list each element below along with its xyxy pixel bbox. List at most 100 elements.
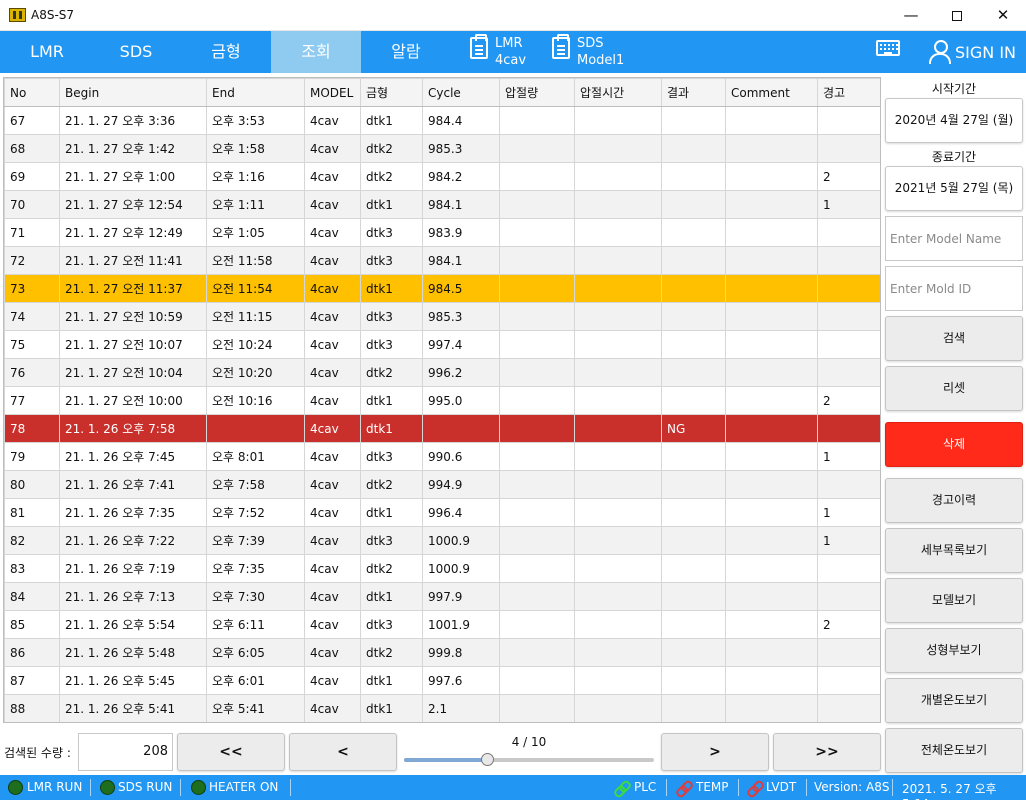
detail-list-button[interactable]: 세부목록보기 <box>885 528 1023 573</box>
table-row[interactable]: 76 21. 1. 27 오전 10:04 오전 10:20 4cav dtk2 996.… <box>4 358 880 387</box>
page-slider[interactable] <box>404 753 654 766</box>
column-header-mold[interactable]: 금형 <box>360 78 423 107</box>
column-header-press-time[interactable]: 압절시간 <box>574 78 662 107</box>
cell-result <box>661 666 726 695</box>
column-header-warning[interactable]: 경고 <box>817 78 880 107</box>
model-name-input[interactable] <box>885 216 1023 261</box>
cell-begin: 21. 1. 27 오후 12:49 <box>59 218 207 247</box>
cell-no: 88 <box>4 694 60 722</box>
tab-mold[interactable]: 금형 <box>181 31 271 73</box>
table-row[interactable]: 79 21. 1. 26 오후 7:45 오후 8:01 4cav dtk3 990.6 1 <box>4 442 880 471</box>
cell-comment <box>725 582 818 611</box>
next-page-button[interactable]: > <box>661 733 769 771</box>
cell-mold: dtk2 <box>360 638 423 667</box>
column-header-no[interactable]: No <box>4 78 60 107</box>
cell-press-time <box>574 134 662 163</box>
table-row[interactable]: 81 21. 1. 26 오후 7:35 오후 7:52 4cav dtk1 996.4 1 <box>4 498 880 527</box>
search-button[interactable]: 검색 <box>885 316 1023 361</box>
reset-button[interactable]: 리셋 <box>885 366 1023 411</box>
table-row[interactable]: 86 21. 1. 26 오후 5:48 오후 6:05 4cav dtk2 999.8 <box>4 638 880 667</box>
table-row[interactable]: 70 21. 1. 27 오후 12:54 오후 1:11 4cav dtk1 984.1… <box>4 190 880 219</box>
cell-end: 오전 11:15 <box>206 302 305 331</box>
column-header-cycle[interactable]: Cycle <box>422 78 500 107</box>
table-row[interactable]: 71 21. 1. 27 오후 12:49 오후 1:05 4cav dtk3 983.9 <box>4 218 880 247</box>
cell-model: 4cav <box>304 218 361 247</box>
cell-cycle: 1001.9 <box>422 610 500 639</box>
column-header-end[interactable]: End <box>206 78 305 107</box>
table-row[interactable]: 73 21. 1. 27 오전 11:37 오전 11:54 4cav dtk1 984.… <box>4 274 880 303</box>
column-header-model[interactable]: MODEL <box>304 78 361 107</box>
column-header-press-amount[interactable]: 압절량 <box>499 78 575 107</box>
tab-alarm[interactable]: 알람 <box>361 31 451 73</box>
cell-model: 4cav <box>304 554 361 583</box>
cell-mold: dtk2 <box>360 134 423 163</box>
cell-comment <box>725 442 818 471</box>
table-row[interactable]: 68 21. 1. 27 오후 1:42 오후 1:58 4cav dtk2 985.3 <box>4 134 880 163</box>
cell-no: 84 <box>4 582 60 611</box>
cell-model: 4cav <box>304 694 361 722</box>
table-row[interactable]: 82 21. 1. 26 오후 7:22 오후 7:39 4cav dtk3 1000.9… <box>4 526 880 555</box>
start-date-picker[interactable]: 2020년 4월 27일 (월) <box>885 98 1023 143</box>
cell-model: 4cav <box>304 638 361 667</box>
cell-no: 75 <box>4 330 60 359</box>
page-slider-thumb[interactable] <box>481 753 495 766</box>
table-row[interactable]: 75 21. 1. 27 오전 10:07 오전 10:24 4cav dtk3 997.… <box>4 330 880 359</box>
device-lmr-status[interactable]: LMR 4cav <box>495 35 526 69</box>
column-header-comment[interactable]: Comment <box>725 78 818 107</box>
table-row[interactable]: 85 21. 1. 26 오후 5:54 오후 6:11 4cav dtk3 1001.9… <box>4 610 880 639</box>
column-header-result[interactable]: 결과 <box>661 78 726 107</box>
cell-model: 4cav <box>304 246 361 275</box>
cell-begin: 21. 1. 26 오후 7:58 <box>59 414 207 443</box>
cell-press-amount <box>499 358 575 387</box>
cell-result <box>661 526 726 555</box>
cell-warning <box>817 218 880 247</box>
last-page-button[interactable]: >> <box>773 733 881 771</box>
prev-page-button[interactable]: < <box>289 733 397 771</box>
cell-mold: dtk3 <box>360 330 423 359</box>
delete-button[interactable]: 삭제 <box>885 422 1023 467</box>
table-row[interactable]: 77 21. 1. 27 오전 10:00 오전 10:16 4cav dtk1 995.… <box>4 386 880 415</box>
individual-temp-button[interactable]: 개별온도보기 <box>885 678 1023 723</box>
cell-warning <box>817 666 880 695</box>
warning-history-button[interactable]: 경고이력 <box>885 478 1023 523</box>
first-page-button[interactable]: << <box>177 733 285 771</box>
cell-comment <box>725 414 818 443</box>
table-row[interactable]: 67 21. 1. 27 오후 3:36 오후 3:53 4cav dtk1 984.4 <box>4 106 880 135</box>
minimize-button[interactable]: — <box>888 0 934 31</box>
end-date-picker[interactable]: 2021년 5월 27일 (목) <box>885 166 1023 211</box>
cell-no: 77 <box>4 386 60 415</box>
maximize-button[interactable] <box>934 0 980 31</box>
table-row[interactable]: 72 21. 1. 27 오전 11:41 오전 11:58 4cav dtk3 984.… <box>4 246 880 275</box>
molding-part-view-button[interactable]: 성형부보기 <box>885 628 1023 673</box>
device-sds-status[interactable]: SDS Model1 <box>577 35 624 69</box>
mold-id-input[interactable] <box>885 266 1023 311</box>
keyboard-icon[interactable] <box>876 40 900 56</box>
table-row[interactable]: 84 21. 1. 26 오후 7:13 오후 7:30 4cav dtk1 997.9 <box>4 582 880 611</box>
cell-model: 4cav <box>304 582 361 611</box>
sign-in-button[interactable]: SIGN IN <box>955 43 1016 62</box>
tab-sds[interactable]: SDS <box>91 31 181 73</box>
tab-query[interactable]: 조회 <box>271 31 361 73</box>
table-row[interactable]: 80 21. 1. 26 오후 7:41 오후 7:58 4cav dtk2 994.9 <box>4 470 880 499</box>
user-icon[interactable] <box>929 40 951 64</box>
table-row[interactable]: 83 21. 1. 26 오후 7:19 오후 7:35 4cav dtk2 1000.9 <box>4 554 880 583</box>
total-temp-button[interactable]: 전체온도보기 <box>885 728 1023 773</box>
status-divider <box>666 779 667 796</box>
close-button[interactable]: ✕ <box>980 0 1026 31</box>
tab-lmr[interactable]: LMR <box>2 31 92 73</box>
cell-warning <box>817 106 880 135</box>
cell-result <box>661 162 726 191</box>
results-table[interactable]: No Begin End MODEL 금형 Cycle 압절량 압절시간 결과 … <box>3 77 881 723</box>
lvdt-link-broken-icon <box>747 781 761 795</box>
maximize-icon <box>952 10 962 21</box>
cell-result <box>661 582 726 611</box>
column-header-begin[interactable]: Begin <box>59 78 207 107</box>
cell-result <box>661 638 726 667</box>
table-row[interactable]: 78 21. 1. 26 오후 7:58 4cav dtk1 NG <box>4 414 880 443</box>
model-view-button[interactable]: 모델보기 <box>885 578 1023 623</box>
cell-begin: 21. 1. 27 오전 10:00 <box>59 386 207 415</box>
table-row[interactable]: 74 21. 1. 27 오전 10:59 오전 11:15 4cav dtk3 985.… <box>4 302 880 331</box>
table-row[interactable]: 88 21. 1. 26 오후 5:41 오후 5:41 4cav dtk1 2.1 <box>4 694 880 722</box>
table-row[interactable]: 69 21. 1. 27 오후 1:00 오후 1:16 4cav dtk2 984.2 2 <box>4 162 880 191</box>
table-row[interactable]: 87 21. 1. 26 오후 5:45 오후 6:01 4cav dtk1 997.6 <box>4 666 880 695</box>
